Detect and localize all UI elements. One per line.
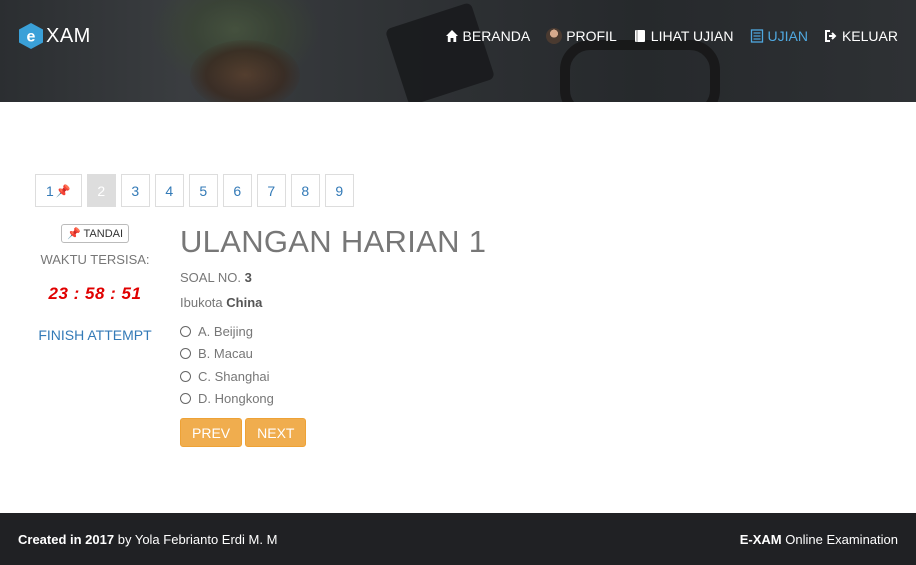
logo[interactable]: e XAM xyxy=(18,22,91,50)
timer-panel: 📌 TANDAI WAKTU TERSISA: 23 : 58 : 51 FIN… xyxy=(35,224,155,343)
sign-out-icon xyxy=(824,30,837,42)
footer-brand-tagline: Online Examination xyxy=(785,531,898,547)
answer-option-label: A. Beijing xyxy=(198,323,253,339)
navigation-buttons: PREV NEXT xyxy=(180,418,486,447)
page-number: 6 xyxy=(233,182,242,199)
answer-option-label: D. Hongkong xyxy=(198,391,274,407)
pushpin-icon: 📌 xyxy=(66,228,81,240)
page-number: 2 xyxy=(97,182,106,199)
page-number: 5 xyxy=(199,182,208,199)
page-button-4[interactable]: 4 xyxy=(154,174,184,207)
footer: Created in 2017 by Yola Febrianto Erdi M… xyxy=(0,513,916,565)
page-number: 4 xyxy=(165,182,174,199)
answer-option-b[interactable]: B. Macau xyxy=(180,343,486,366)
nav-profil[interactable]: PROFIL xyxy=(546,28,617,44)
nav-ujian[interactable]: UJIAN xyxy=(750,28,808,44)
exam-title: ULANGAN HARIAN 1 xyxy=(180,224,487,259)
question-number: SOAL NO. 3 xyxy=(180,270,486,285)
page-number: 1 xyxy=(46,182,54,199)
tandai-label: TANDAI xyxy=(83,228,124,240)
answer-option-a[interactable]: A. Beijing xyxy=(180,320,486,343)
page-number: 7 xyxy=(267,182,276,199)
question-text-prefix: Ibukota xyxy=(180,295,223,310)
page-button-6[interactable]: 6 xyxy=(222,174,252,207)
home-icon xyxy=(445,30,458,42)
header-background-glasses xyxy=(560,40,720,102)
page-button-8[interactable]: 8 xyxy=(290,174,320,207)
question-text: Ibukota China xyxy=(180,295,486,310)
finish-attempt-link[interactable]: FINISH ATTEMPT xyxy=(35,327,155,343)
main-nav: BERANDA PROFIL LIHAT UJIAN UJIAN KELUAR xyxy=(445,28,898,44)
question-number-value: 3 xyxy=(244,270,252,285)
question-panel: ULANGAN HARIAN 1 SOAL NO. 3 Ibukota Chin… xyxy=(180,224,486,447)
nav-lihat-ujian-label: LIHAT UJIAN xyxy=(650,28,734,44)
question-text-subject: China xyxy=(226,295,263,310)
footer-author: by Yola Febrianto Erdi M. M xyxy=(117,531,278,547)
tandai-button[interactable]: 📌 TANDAI xyxy=(60,224,130,243)
question-pagination: 1 📌 2 3 4 5 6 7 8 9 xyxy=(35,174,359,207)
nav-lihat-ujian[interactable]: LIHAT UJIAN xyxy=(633,28,734,44)
page-button-3[interactable]: 3 xyxy=(120,174,150,207)
page-button-5[interactable]: 5 xyxy=(188,174,218,207)
header-background-pot xyxy=(190,40,300,102)
footer-created-year: Created in 2017 xyxy=(18,531,115,547)
prev-button[interactable]: PREV xyxy=(180,418,243,447)
book-icon xyxy=(634,30,645,42)
logo-hexagon-icon: e xyxy=(18,22,44,50)
nav-keluar[interactable]: KELUAR xyxy=(824,28,898,44)
footer-brand-name: E-XAM xyxy=(739,531,782,547)
page-button-9[interactable]: 9 xyxy=(324,174,354,207)
page-button-2[interactable]: 2 xyxy=(86,174,116,207)
footer-brand: E-XAM Online Examination xyxy=(740,532,898,547)
avatar xyxy=(546,28,563,44)
nav-beranda-label: BERANDA xyxy=(462,28,531,44)
page-button-1[interactable]: 1 📌 xyxy=(35,174,82,207)
header: e XAM BERANDA PROFIL LIHAT UJIAN UJIAN K… xyxy=(0,0,916,102)
answer-options: A. Beijing B. Macau C. Shanghai D. Hongk… xyxy=(180,320,486,410)
nav-profil-label: PROFIL xyxy=(566,28,617,44)
page-number: 3 xyxy=(131,182,140,199)
countdown-timer: 23 : 58 : 51 xyxy=(48,284,142,303)
answer-option-label: C. Shanghai xyxy=(198,368,270,384)
question-number-prefix: SOAL NO. xyxy=(180,270,241,285)
radio-button[interactable] xyxy=(180,325,191,337)
logo-text: XAM xyxy=(46,24,91,47)
nav-beranda[interactable]: BERANDA xyxy=(445,28,531,44)
pushpin-icon: 📌 xyxy=(55,183,71,198)
nav-keluar-label: KELUAR xyxy=(841,28,898,44)
logo-letter: e xyxy=(27,29,36,46)
page-number: 9 xyxy=(335,182,344,199)
header-background-phone xyxy=(384,2,496,102)
footer-credit: Created in 2017 by Yola Febrianto Erdi M… xyxy=(18,532,277,547)
answer-option-label: B. Macau xyxy=(198,346,253,362)
answer-option-d[interactable]: D. Hongkong xyxy=(180,388,486,411)
page-button-7[interactable]: 7 xyxy=(256,174,286,207)
waktu-tersisa-label: WAKTU TERSISA: xyxy=(40,252,150,267)
radio-button[interactable] xyxy=(180,348,191,360)
nav-ujian-label: UJIAN xyxy=(767,28,808,44)
list-icon xyxy=(750,29,763,43)
next-button[interactable]: NEXT xyxy=(245,418,307,447)
answer-option-c[interactable]: C. Shanghai xyxy=(180,365,486,388)
radio-button[interactable] xyxy=(180,393,191,405)
page-number: 8 xyxy=(301,182,310,199)
radio-button[interactable] xyxy=(180,370,191,382)
